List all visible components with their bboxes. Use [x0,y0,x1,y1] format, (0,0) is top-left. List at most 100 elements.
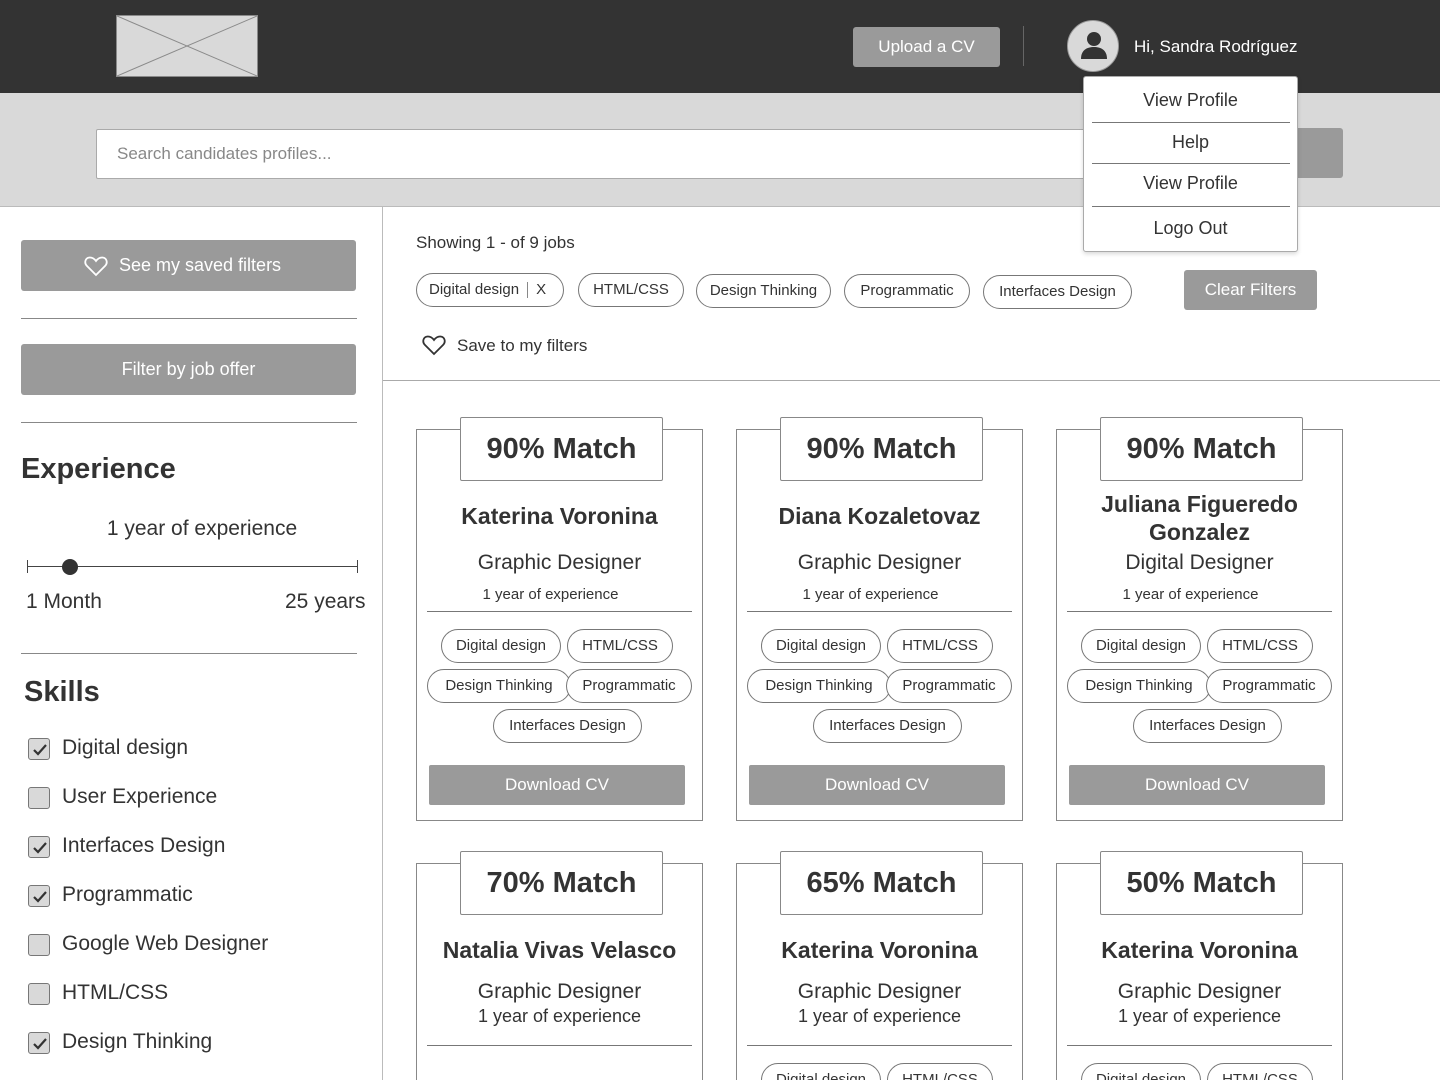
skill-tag: HTML/CSS [567,629,673,663]
skill-tag: Design Thinking [1067,669,1211,703]
card-divider [747,1045,1012,1046]
skill-tag: Digital design [761,1063,881,1080]
match-badge: 70% Match [460,851,663,915]
candidate-experience: 1 year of experience [1122,586,1259,603]
match-badge: 90% Match [460,417,663,481]
candidate-card[interactable]: 90% Match Katerina Voronina Graphic Design… [416,417,703,821]
clear-filters-button[interactable]: Clear Filters [1184,270,1317,310]
candidate-name[interactable]: Katerina Voronina [1057,936,1342,964]
heart-icon [422,335,446,356]
menu-divider [1092,206,1290,207]
match-badge: 90% Match [780,417,983,481]
slider-end-tick [357,560,358,573]
skill-label: Digital design [62,736,189,759]
checkmark-icon [33,842,47,854]
chip-separator [527,282,529,299]
candidate-card[interactable]: 50% Match Katerina Voronina Graphic Design… [1056,851,1343,1080]
logo-placeholder[interactable] [116,15,258,77]
skill-tag: HTML/CSS [887,629,993,663]
active-filter-chip[interactable]: HTML/CSS [578,273,684,307]
card-divider [747,611,1012,612]
candidate-card[interactable]: 70% Match Natalia Vivas Velasco Graphic De… [416,851,703,1080]
candidate-experience: 1 year of experience [1117,1006,1282,1026]
active-filter-chip[interactable]: Design Thinking [696,274,831,308]
menu-item-help[interactable]: Help [1084,132,1297,153]
candidate-card[interactable]: 65% Match Katerina Voronina Graphic Design… [736,851,1023,1080]
candidate-card[interactable]: 90% Match Juliana Figueredo Gonzalez Digit… [1056,417,1343,821]
checkbox-unchecked[interactable] [28,934,50,956]
save-to-filters-label: Save to my filters [457,336,588,355]
candidate-experience: 1 year of experience [802,586,939,603]
active-filter-chip[interactable]: Programmatic [844,274,970,308]
checkbox-checked[interactable] [28,836,50,858]
skill-tag: Digital design [441,629,561,663]
download-cv-button[interactable]: Download CV [429,765,685,805]
skill-tag: Programmatic [566,669,692,703]
skill-tag: Digital design [761,629,881,663]
skill-tag: Interfaces Design [1133,709,1282,743]
saved-filters-button[interactable]: See my saved filters [21,240,356,291]
experience-value: 1 year of experience [106,517,298,540]
checkbox-unchecked[interactable] [28,983,50,1005]
skill-tag: Programmatic [1206,669,1332,703]
experience-heading: Experience [21,453,176,485]
heart-icon [84,256,108,277]
skill-tag: HTML/CSS [1207,1063,1313,1080]
skill-label: User Experience [62,785,218,808]
skill-tag: HTML/CSS [887,1063,993,1080]
download-cv-button[interactable]: Download CV [1069,765,1325,805]
skill-label: Interfaces Design [62,834,226,857]
menu-item-logout[interactable]: Logo Out [1084,218,1297,239]
user-avatar[interactable] [1067,20,1119,72]
skill-label: Programmatic [62,883,193,906]
candidate-role: Graphic Designer [477,980,642,1003]
skill-tag: Programmatic [886,669,1012,703]
remove-filter-icon[interactable]: X [536,281,546,298]
candidate-name[interactable]: Diana Kozaletovaz [737,502,1022,530]
candidate-role: Digital Designer [1125,551,1274,574]
checkbox-unchecked[interactable] [28,787,50,809]
upload-cv-button[interactable]: Upload a CV [853,27,1000,67]
user-greeting[interactable]: Hi, Sandra Rodríguez [1134,37,1297,57]
filter-by-job-offer-button[interactable]: Filter by job offer [21,344,356,395]
download-cv-button[interactable]: Download CV [749,765,1005,805]
skill-tag: Digital design [1081,1063,1201,1080]
active-filter-chip[interactable]: Digital design X [416,273,564,307]
experience-slider-thumb[interactable] [62,559,79,575]
checkmark-icon [33,744,47,756]
search-input[interactable] [96,129,1096,179]
candidate-card[interactable]: 90% Match Diana Kozaletovaz Graphic Design… [736,417,1023,821]
checkbox-checked[interactable] [28,885,50,907]
skill-label: HTML/CSS [62,981,169,1004]
candidate-role: Graphic Designer [1117,980,1282,1003]
filters-sidebar: See my saved filters Filter by job offer… [0,207,383,1080]
skill-tag: Design Thinking [427,669,571,703]
menu-divider [1092,163,1290,164]
candidate-role: Graphic Designer [797,980,962,1003]
candidate-name[interactable]: Juliana Figueredo Gonzalez [1092,490,1307,546]
match-badge: 50% Match [1100,851,1303,915]
active-filter-chip[interactable]: Interfaces Design [983,275,1132,309]
candidate-name[interactable]: Natalia Vivas Velasco [417,936,702,964]
user-menu-dropdown: View Profile Help View Profile Logo Out [1083,76,1298,252]
card-divider [427,1045,692,1046]
checkbox-checked[interactable] [28,1032,50,1054]
saved-filters-label: See my saved filters [119,255,282,275]
results-divider [383,380,1440,381]
filter-chip-label: Digital design [429,281,520,298]
checkbox-checked[interactable] [28,738,50,760]
menu-item-view-profile[interactable]: View Profile [1084,90,1297,111]
menu-item-view-profile-2[interactable]: View Profile [1084,173,1297,194]
candidate-experience: 1 year of experience [482,586,619,603]
sidebar-divider [21,653,357,654]
results-count: Showing 1 - of 9 jobs [416,233,575,252]
candidate-name[interactable]: Katerina Voronina [737,936,1022,964]
header-divider [1023,26,1024,66]
candidate-experience: 1 year of experience [477,1006,642,1026]
candidate-name[interactable]: Katerina Voronina [417,502,702,530]
checkmark-icon [33,1038,47,1050]
skills-heading: Skills [24,676,100,708]
match-badge: 65% Match [780,851,983,915]
candidate-role: Graphic Designer [797,551,962,574]
card-divider [1067,1045,1332,1046]
